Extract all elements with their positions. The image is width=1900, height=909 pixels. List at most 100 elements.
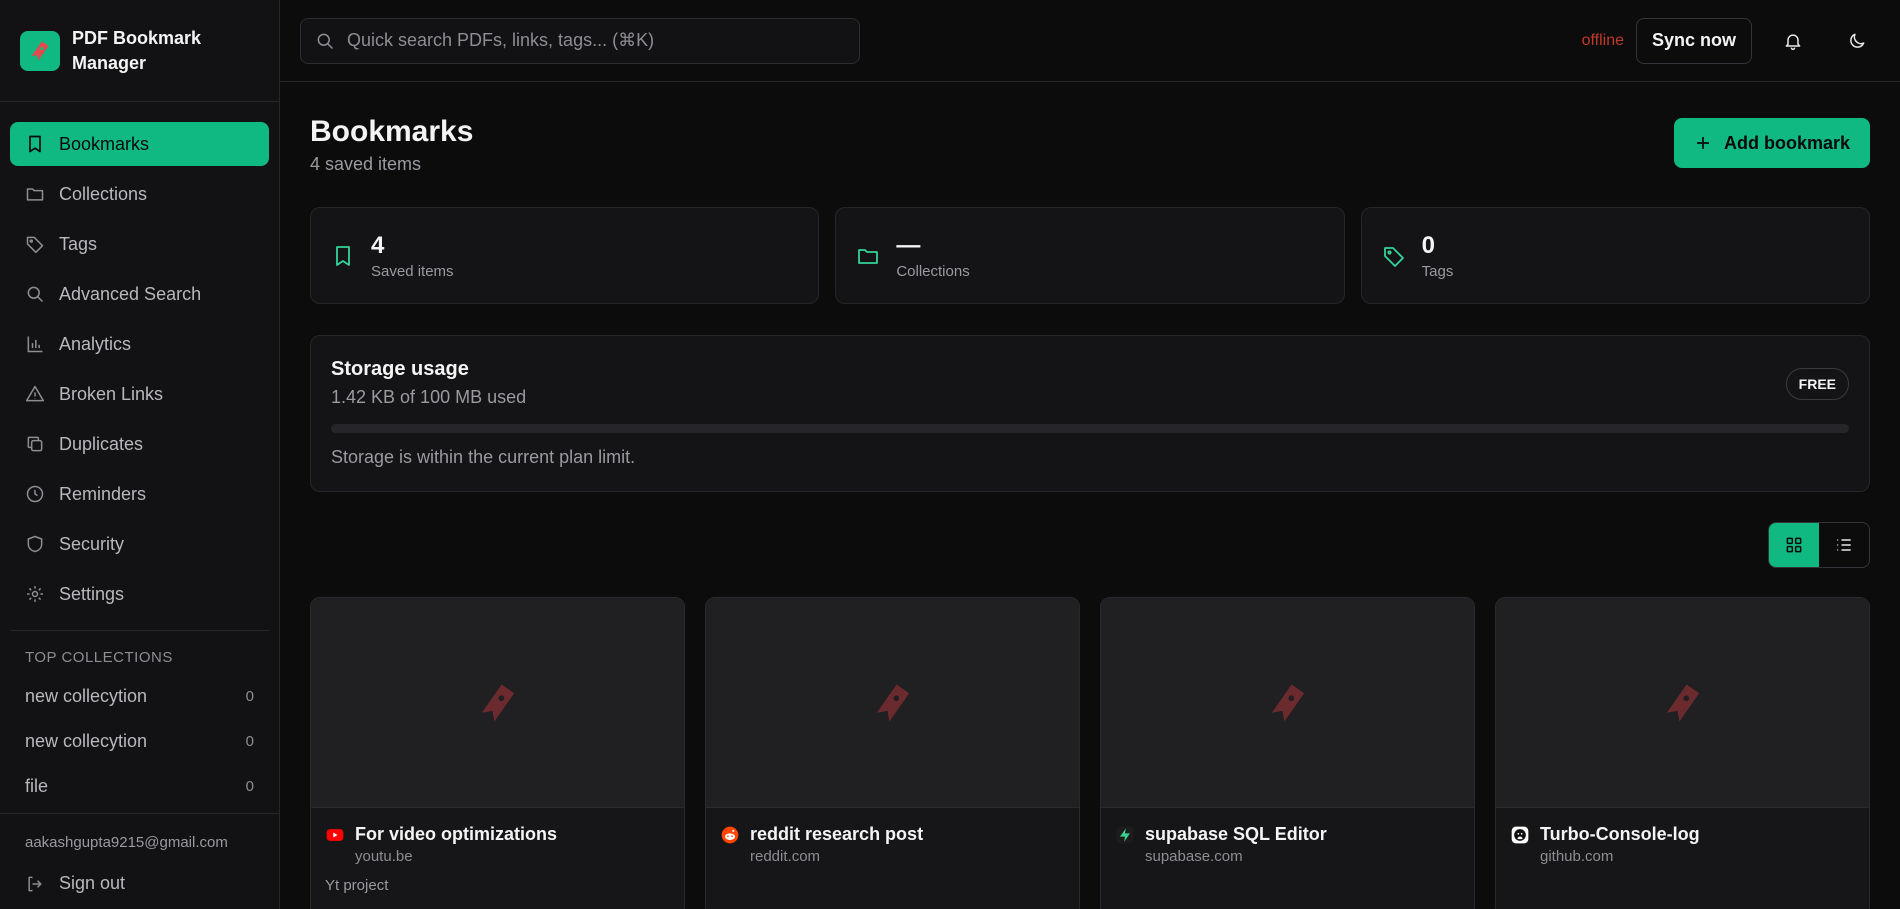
sign-out-label: Sign out [59, 873, 126, 893]
brand[interactable]: PDF Bookmark Manager [0, 0, 279, 102]
page-heading: Bookmarks 4 saved items [310, 114, 473, 175]
bookmark-card[interactable]: For video optimizations youtu.be Yt proj… [310, 597, 685, 909]
plus-icon [1696, 137, 1709, 149]
theme-toggle-button[interactable] [1834, 18, 1880, 64]
sidebar-item-tags[interactable]: Tags [10, 222, 269, 266]
search-input[interactable] [347, 30, 827, 51]
bookmark-note: Yt project [325, 877, 389, 894]
sidebar-item-advanced-search[interactable]: Advanced Search [10, 272, 269, 316]
bookmark-icon [336, 245, 350, 266]
page-header: Bookmarks 4 saved items Add bookmark [310, 82, 1870, 207]
collection-item[interactable]: file 0 [0, 764, 279, 809]
sidebar: PDF Bookmark Manager Bookmarks Collectio… [0, 0, 280, 909]
sidebar-item-broken-links[interactable]: Broken Links [10, 372, 269, 416]
bell-icon [1785, 33, 1801, 50]
sidebar-item-label: Broken Links [59, 383, 164, 404]
bookmark-placeholder-icon [876, 683, 909, 722]
plan-badge: FREE [1785, 368, 1849, 400]
stat-value: 4 [371, 231, 385, 259]
list-view-button[interactable] [1819, 523, 1869, 567]
github-icon [1510, 825, 1530, 845]
sign-out-button[interactable]: Sign out [25, 873, 254, 894]
collection-name: new collecytion [25, 686, 148, 706]
sidebar-item-security[interactable]: Security [10, 522, 269, 566]
search-icon [27, 286, 44, 303]
stat-value: — [896, 231, 921, 259]
collection-name: file [25, 776, 49, 796]
storage-progress-bar [331, 424, 1849, 433]
content: Bookmarks 4 saved items Add bookmark 4 S… [280, 82, 1900, 909]
bookmark-info: Turbo-Console-log github.com [1496, 808, 1869, 865]
supabase-icon [1115, 825, 1135, 845]
clock-icon [26, 485, 44, 503]
sidebar-item-label: Collections [59, 183, 148, 204]
bookmark-card[interactable]: Turbo-Console-log github.com [1495, 597, 1870, 909]
stat-card-saved-items: 4 Saved items [310, 207, 820, 304]
bookmark-title[interactable]: For video optimizations [355, 824, 557, 845]
page-title: Bookmarks [310, 115, 474, 148]
logout-icon [28, 876, 42, 891]
stat-value: 0 [1421, 231, 1436, 259]
bookmark-card[interactable]: reddit research post reddit.com [705, 597, 1080, 909]
copy-icon [27, 436, 43, 452]
bookmark-card[interactable]: supabase SQL Editor supabase.com [1100, 597, 1475, 909]
bookmark-thumbnail [311, 598, 684, 808]
sidebar-item-bookmarks[interactable]: Bookmarks [10, 122, 269, 166]
notifications-button[interactable] [1770, 18, 1816, 64]
top-collections-title: TOP COLLECTIONS [25, 649, 173, 666]
bookmark-info: reddit research post reddit.com [706, 808, 1079, 865]
gear-icon [27, 586, 43, 602]
tag-icon [1383, 246, 1404, 267]
list-icon [1837, 539, 1851, 551]
sidebar-item-analytics[interactable]: Analytics [10, 322, 269, 366]
view-toggle-row [310, 522, 1870, 568]
sidebar-item-duplicates[interactable]: Duplicates [10, 422, 269, 466]
bookmark-info: For video optimizations youtu.be Yt proj… [311, 808, 684, 894]
folder-icon [858, 248, 879, 264]
storage-card: Storage usage 1.42 KB of 100 MB used FRE… [310, 335, 1870, 492]
bookmark-domain: youtu.be [355, 848, 413, 865]
bookmark-title[interactable]: Turbo-Console-log [1540, 824, 1700, 845]
sidebar-item-label: Duplicates [59, 433, 144, 454]
app-root: PDF Bookmark Manager Bookmarks Collectio… [0, 0, 1900, 909]
bookmark-title[interactable]: supabase SQL Editor [1145, 824, 1327, 845]
sidebar-item-settings[interactable]: Settings [10, 572, 269, 616]
bookmark-thumbnail [706, 598, 1079, 808]
bookmark-domain: github.com [1540, 848, 1614, 865]
sidebar-item-label: Bookmarks [59, 133, 150, 154]
sidebar-item-label: Advanced Search [59, 283, 202, 304]
grid-view-button[interactable] [1769, 523, 1819, 567]
bookmark-domain: supabase.com [1145, 848, 1243, 865]
add-bookmark-label: Add bookmark [1723, 132, 1850, 153]
sidebar-item-collections[interactable]: Collections [10, 172, 269, 216]
sidebar-footer: aakashgupta9215@gmail.com Sign out [0, 813, 279, 909]
stat-card-collections: — Collections [835, 207, 1345, 304]
view-toggle [1768, 522, 1870, 568]
user-email: aakashgupta9215@gmail.com [25, 834, 228, 851]
bookmark-thumbnail [1496, 598, 1869, 808]
sidebar-item-reminders[interactable]: Reminders [10, 472, 269, 516]
bookmark-title[interactable]: reddit research post [750, 824, 923, 845]
collection-item[interactable]: new collecytion 0 [0, 674, 279, 719]
app-logo-icon [20, 30, 60, 71]
storage-note: Storage is within the current plan limit… [331, 447, 636, 467]
bookmark-grid: For video optimizations youtu.be Yt proj… [310, 597, 1870, 909]
add-bookmark-button[interactable]: Add bookmark [1673, 118, 1870, 168]
page-subtitle: 4 saved items [310, 154, 422, 174]
app-name: PDF Bookmark Manager [72, 27, 202, 73]
folder-icon [26, 188, 44, 201]
search-box[interactable] [300, 17, 860, 64]
bookmark-placeholder-icon [1666, 683, 1699, 722]
sync-now-button[interactable]: Sync now [1635, 17, 1752, 64]
grid-icon [1786, 537, 1802, 553]
collection-name: new collecytion [25, 731, 148, 751]
main-area: offline Sync now Bookmarks 4 saved items [280, 0, 1900, 909]
collection-item[interactable]: new collecytion 0 [0, 719, 279, 764]
stat-card-tags: 0 Tags [1360, 207, 1870, 304]
storage-title: Storage usage [331, 358, 469, 380]
search-icon [317, 33, 334, 49]
bookmark-title-row: reddit research post [720, 824, 1065, 845]
youtube-icon [325, 825, 345, 845]
sidebar-nav: Bookmarks Collections Tags Advanced Sear… [0, 102, 279, 622]
sidebar-item-label: Tags [59, 233, 98, 254]
